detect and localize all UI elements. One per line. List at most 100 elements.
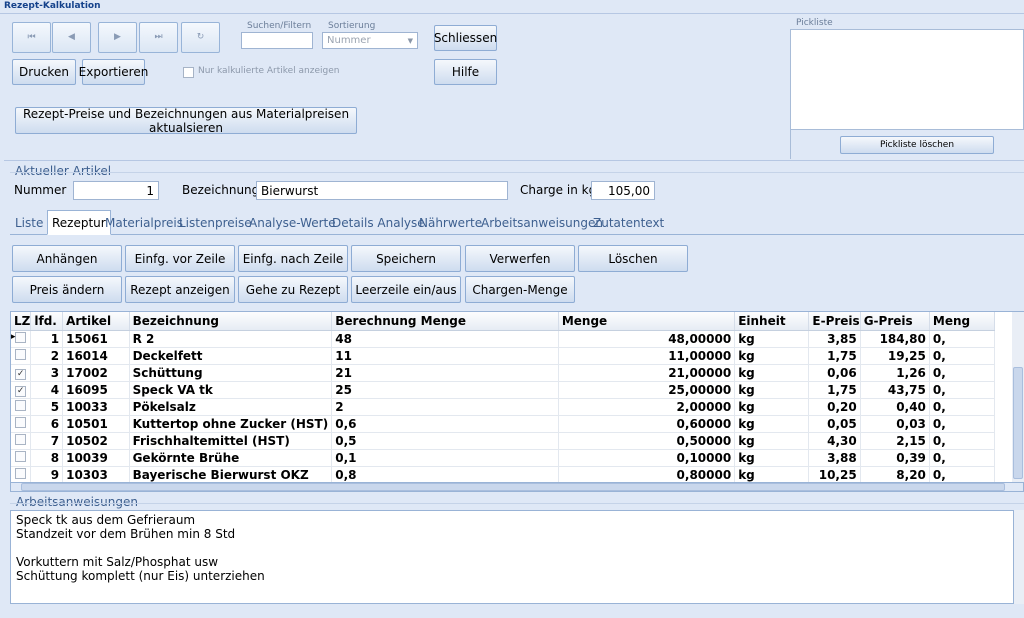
bezeichnung-cell[interactable]: Bayerische Bierwurst OKZ xyxy=(129,466,333,482)
action-einfg-nach-zeile-button[interactable]: Einfg. nach Zeile xyxy=(238,245,348,272)
lfd-cell[interactable]: 4 xyxy=(30,381,64,399)
column-header-menge[interactable]: Menge xyxy=(558,312,736,331)
artikel-cell[interactable]: 10502 xyxy=(62,432,130,450)
lfd-cell[interactable]: 7 xyxy=(30,432,64,450)
search-input[interactable] xyxy=(241,32,313,49)
berechnung-menge-cell[interactable]: 11 xyxy=(331,347,559,365)
horizontal-scroll-thumb[interactable] xyxy=(21,483,1005,491)
lz-checkbox[interactable] xyxy=(15,450,27,462)
menge-cell[interactable]: 2,00000 xyxy=(558,398,736,416)
einheit-cell[interactable]: kg xyxy=(734,466,810,482)
tab-analyse-werte[interactable]: Analyse-Werte xyxy=(249,216,336,230)
bezeichnung-cell[interactable]: Kuttertop ohne Zucker (HST) xyxy=(129,415,333,433)
lz-checkbox[interactable] xyxy=(15,399,27,411)
g-preis-cell[interactable]: 0,03 xyxy=(860,415,930,433)
menge-extra-cell[interactable]: 0, xyxy=(929,330,996,348)
e-preis-cell[interactable]: 4,30 xyxy=(808,432,861,450)
einheit-cell[interactable]: kg xyxy=(734,364,810,382)
column-header-einheit[interactable]: Einheit xyxy=(734,312,810,331)
e-preis-cell[interactable]: 10,25 xyxy=(808,466,861,482)
update-prices-button[interactable]: Rezept-Preise und Bezeichnungen aus Mate… xyxy=(15,107,357,135)
menge-extra-cell[interactable]: 0, xyxy=(929,347,996,365)
instructions-textarea[interactable]: Speck tk aus dem Gefrieraum Standzeit vo… xyxy=(10,510,1014,604)
first-record-button[interactable]: ⏮ xyxy=(12,22,51,53)
bezeichnung-cell[interactable]: Pökelsalz xyxy=(129,398,333,416)
einheit-cell[interactable]: kg xyxy=(734,381,810,399)
table-row[interactable]: 8 10039 Gekörnte Brühe 0,1 0,10000 kg 3,88 0,39… xyxy=(11,449,1023,467)
menge-extra-cell[interactable]: 0, xyxy=(929,449,996,467)
bezeichnung-cell[interactable]: Schüttung xyxy=(129,364,333,382)
menge-cell[interactable]: 25,00000 xyxy=(558,381,736,399)
tab-nährwerte[interactable]: Nährwerte xyxy=(419,216,482,230)
column-header-lz[interactable]: LZ xyxy=(11,312,32,331)
bezeichnung-cell[interactable]: Frischhaltemittel (HST) xyxy=(129,432,333,450)
einheit-cell[interactable]: kg xyxy=(734,432,810,450)
menge-extra-cell[interactable]: 0, xyxy=(929,415,996,433)
berechnung-menge-cell[interactable]: 2 xyxy=(331,398,559,416)
menge-extra-cell[interactable]: 0, xyxy=(929,364,996,382)
action-rezept-anzeigen-button[interactable]: Rezept anzeigen xyxy=(125,276,235,303)
berechnung-menge-cell[interactable]: 0,8 xyxy=(331,466,559,482)
lfd-cell[interactable]: 1 xyxy=(30,330,64,348)
lfd-cell[interactable]: 6 xyxy=(30,415,64,433)
g-preis-cell[interactable]: 1,26 xyxy=(860,364,930,382)
g-preis-cell[interactable]: 184,80 xyxy=(860,330,930,348)
g-preis-cell[interactable]: 0,39 xyxy=(860,449,930,467)
instructions-scrollbar[interactable] xyxy=(1014,510,1024,604)
einheit-cell[interactable]: kg xyxy=(734,347,810,365)
number-field[interactable]: 1 xyxy=(73,181,159,200)
einheit-cell[interactable]: kg xyxy=(734,449,810,467)
berechnung-menge-cell[interactable]: 0,5 xyxy=(331,432,559,450)
bezeichnung-cell[interactable]: Deckelfett xyxy=(129,347,333,365)
action-verwerfen-button[interactable]: Verwerfen xyxy=(465,245,575,272)
artikel-cell[interactable]: 10039 xyxy=(62,449,130,467)
prev-record-button[interactable]: ◀ xyxy=(52,22,91,53)
table-row[interactable]: ✓ 4 16095 Speck VA tk 25 25,00000 kg 1,75 43,75 0… xyxy=(11,381,1023,399)
berechnung-menge-cell[interactable]: 21 xyxy=(331,364,559,382)
only-calculated-checkbox[interactable] xyxy=(183,67,194,78)
column-header-e-preis[interactable]: E-Preis xyxy=(808,312,861,331)
menge-extra-cell[interactable]: 0, xyxy=(929,466,996,482)
charge-field[interactable]: 105,00 xyxy=(591,181,655,200)
e-preis-cell[interactable]: 3,88 xyxy=(808,449,861,467)
einheit-cell[interactable]: kg xyxy=(734,398,810,416)
tab-rezeptur[interactable]: Rezeptur xyxy=(47,210,111,235)
menge-cell[interactable]: 0,80000 xyxy=(558,466,736,482)
table-row[interactable]: 5 10033 Pökelsalz 2 2,00000 kg 0,20 0,40 0, xyxy=(11,398,1023,416)
berechnung-menge-cell[interactable]: 0,6 xyxy=(331,415,559,433)
g-preis-cell[interactable]: 19,25 xyxy=(860,347,930,365)
menge-cell[interactable]: 11,00000 xyxy=(558,347,736,365)
table-row[interactable]: 6 10501 Kuttertop ohne Zucker (HST) 0,6 0,60… xyxy=(11,415,1023,433)
tab-materialpreis[interactable]: Materialpreis xyxy=(105,216,183,230)
action-leerzeile-ein-aus-button[interactable]: Leerzeile ein/aus xyxy=(351,276,461,303)
artikel-cell[interactable]: 15061 xyxy=(62,330,130,348)
lz-checkbox[interactable] xyxy=(15,467,27,479)
berechnung-menge-cell[interactable]: 25 xyxy=(331,381,559,399)
column-header-g-preis[interactable]: G-Preis xyxy=(860,312,930,331)
e-preis-cell[interactable]: 0,05 xyxy=(808,415,861,433)
vertical-scroll-thumb[interactable] xyxy=(1013,367,1023,479)
print-button[interactable]: Drucken xyxy=(12,59,76,85)
berechnung-menge-cell[interactable]: 48 xyxy=(331,330,559,348)
tab-details-analyse[interactable]: Details Analyse xyxy=(332,216,425,230)
e-preis-cell[interactable]: 1,75 xyxy=(808,347,861,365)
g-preis-cell[interactable]: 8,20 xyxy=(860,466,930,482)
last-record-button[interactable]: ⏭ xyxy=(139,22,178,53)
next-record-button[interactable]: ▶ xyxy=(98,22,137,53)
g-preis-cell[interactable]: 0,40 xyxy=(860,398,930,416)
column-header-lfd-[interactable]: lfd. xyxy=(30,312,64,331)
tab-zutatentext[interactable]: Zutatentext xyxy=(593,216,664,230)
artikel-cell[interactable]: 10501 xyxy=(62,415,130,433)
lz-checkbox[interactable] xyxy=(15,348,27,360)
action-löschen-button[interactable]: Löschen xyxy=(578,245,688,272)
bezeichnung-cell[interactable]: Speck VA tk xyxy=(129,381,333,399)
menge-cell[interactable]: 21,00000 xyxy=(558,364,736,382)
lfd-cell[interactable]: 5 xyxy=(30,398,64,416)
action-anhängen-button[interactable]: Anhängen xyxy=(12,245,122,272)
menge-cell[interactable]: 0,60000 xyxy=(558,415,736,433)
lz-checkbox[interactable] xyxy=(15,416,27,428)
g-preis-cell[interactable]: 43,75 xyxy=(860,381,930,399)
tab-arbeitsanweisungen[interactable]: Arbeitsanweisungen xyxy=(481,216,603,230)
tab-liste[interactable]: Liste xyxy=(15,216,43,230)
e-preis-cell[interactable]: 0,20 xyxy=(808,398,861,416)
